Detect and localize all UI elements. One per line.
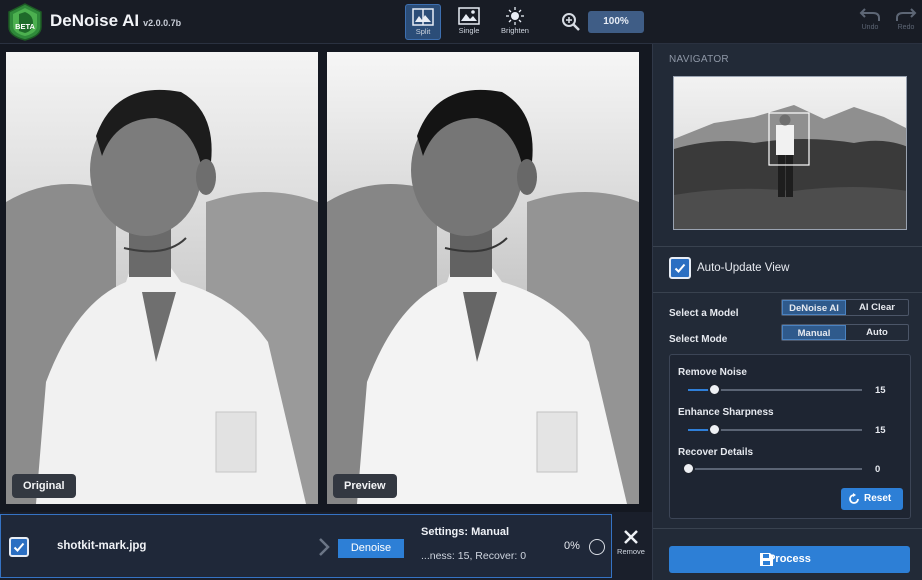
model-option-denoise-ai[interactable]: DeNoise AI xyxy=(782,300,846,315)
undo-icon xyxy=(859,8,880,21)
recover-details-label: Recover Details xyxy=(678,447,754,458)
brighten-sun-icon xyxy=(506,7,524,25)
mode-select-label: Select Mode xyxy=(669,334,728,345)
original-label: Original xyxy=(12,474,76,498)
split-view-label: Split xyxy=(415,27,431,36)
brighten-view-label: Brighten xyxy=(501,26,529,35)
slider-group: Remove Noise 15 Enhance Sharpness 15 Rec… xyxy=(669,354,911,519)
split-view-button[interactable]: Split xyxy=(405,4,441,40)
panel-divider xyxy=(653,528,922,529)
preview-pane[interactable]: Preview xyxy=(327,52,639,504)
beta-badge: BETA xyxy=(15,22,35,31)
remove-noise-label: Remove Noise xyxy=(678,367,747,378)
remove-noise-value: 15 xyxy=(875,385,886,396)
preview-label: Preview xyxy=(333,474,397,498)
zoom-in-icon[interactable] xyxy=(561,12,581,32)
file-select-checkbox[interactable] xyxy=(9,537,29,557)
recover-details-slider-thumb[interactable] xyxy=(682,462,695,475)
navigator-landscape-image xyxy=(674,77,906,229)
remove-noise-slider[interactable] xyxy=(688,383,862,396)
auto-update-checkbox[interactable] xyxy=(669,257,691,279)
app-name: DeNoise AI xyxy=(50,11,140,30)
app-title: DeNoise AI v2.0.0.7b xyxy=(50,11,181,31)
save-disk-icon xyxy=(760,553,773,566)
redo-icon xyxy=(896,8,917,21)
close-icon xyxy=(624,530,638,544)
remove-button[interactable]: Remove xyxy=(614,530,648,556)
reset-icon xyxy=(849,493,859,504)
portrait-photo-preview xyxy=(327,52,639,504)
enhance-sharpness-label: Enhance Sharpness xyxy=(678,407,774,418)
settings-panel: NAVIGATOR Auto-Update View Select a Mode… xyxy=(652,44,922,580)
original-pane[interactable]: Original xyxy=(6,52,318,504)
chevron-right-icon xyxy=(319,538,330,556)
single-view-label: Single xyxy=(458,26,480,35)
undo-label: Undo xyxy=(861,24,879,31)
redo-label: Redo xyxy=(897,24,915,31)
process-label: Process xyxy=(768,553,811,565)
portrait-photo-original xyxy=(6,52,318,504)
auto-update-label: Auto-Update View xyxy=(697,262,790,274)
file-queue-row[interactable]: shotkit-mark.jpg Denoise Settings: Manua… xyxy=(0,514,612,578)
remove-label: Remove xyxy=(617,547,645,556)
settings-detail: ...ness: 15, Recover: 0 xyxy=(421,550,527,562)
panel-divider xyxy=(653,246,922,247)
brighten-view-button[interactable]: Brighten xyxy=(497,4,533,40)
settings-title: Settings: Manual xyxy=(421,526,510,538)
navigator-title: NAVIGATOR xyxy=(669,54,729,65)
redo-button[interactable]: Redo xyxy=(893,6,919,31)
enhance-sharpness-value: 15 xyxy=(875,425,886,436)
mode-option-manual[interactable]: Manual xyxy=(782,325,846,340)
panel-divider xyxy=(653,292,922,293)
recover-details-slider[interactable] xyxy=(682,462,862,475)
reset-button[interactable]: Reset xyxy=(841,488,903,510)
enhance-sharpness-slider[interactable] xyxy=(688,423,862,436)
single-view-icon xyxy=(458,7,480,25)
top-toolbar: BETA DeNoise AI v2.0.0.7b Split Single B… xyxy=(0,0,922,44)
denoise-logo-icon: BETA xyxy=(8,3,42,41)
undo-button[interactable]: Undo xyxy=(857,6,883,31)
app-version: v2.0.0.7b xyxy=(143,18,182,28)
checkmark-icon xyxy=(13,542,25,552)
mode-segmented-control: Manual Auto xyxy=(781,324,909,341)
denoise-action-badge: Denoise xyxy=(338,539,404,558)
checkmark-icon xyxy=(674,263,686,273)
split-view-icon xyxy=(412,8,434,26)
zoom-level-field[interactable]: 100% xyxy=(588,11,644,33)
process-button[interactable]: Process xyxy=(669,546,910,573)
model-option-ai-clear[interactable]: AI Clear xyxy=(846,300,908,315)
remove-noise-slider-thumb[interactable] xyxy=(708,383,722,396)
mode-option-auto[interactable]: Auto xyxy=(846,325,908,340)
navigator-thumbnail[interactable] xyxy=(673,76,907,230)
recover-details-value: 0 xyxy=(875,464,881,475)
file-name: shotkit-mark.jpg xyxy=(57,540,147,552)
single-view-button[interactable]: Single xyxy=(451,4,487,40)
model-select-label: Select a Model xyxy=(669,308,739,319)
progress-percent: 0% xyxy=(564,540,580,552)
enhance-sharpness-slider-thumb[interactable] xyxy=(708,423,722,436)
reset-label: Reset xyxy=(864,493,892,504)
model-segmented-control: DeNoise AI AI Clear xyxy=(781,299,909,316)
progress-ring-icon xyxy=(589,539,605,555)
